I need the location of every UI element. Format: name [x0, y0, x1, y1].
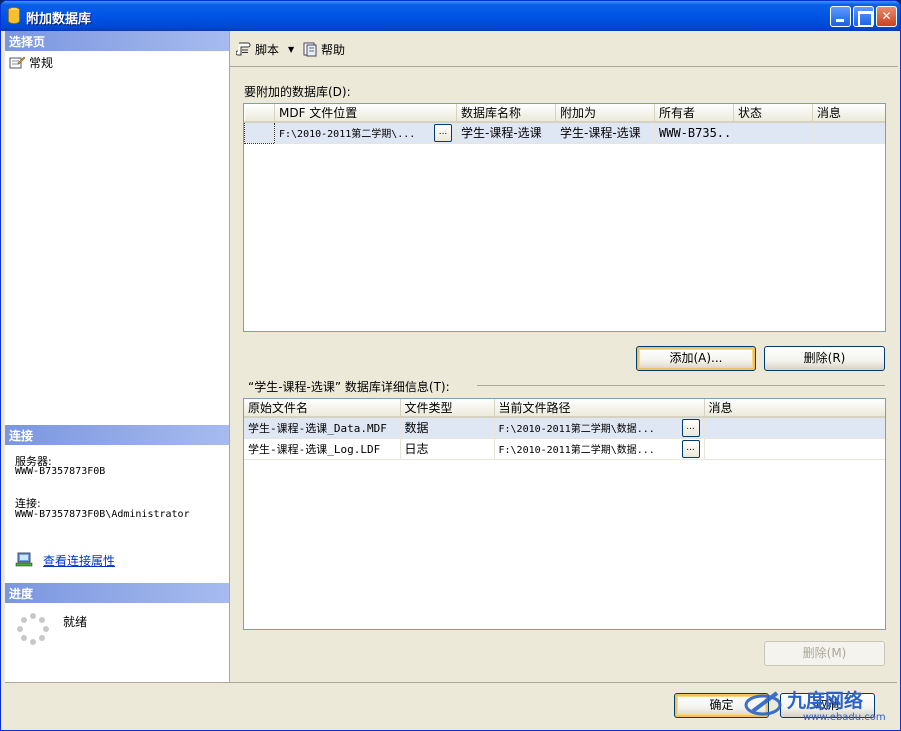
connection-area: 服务器: WWW-B7357873F0B 连接: WWW-B7357873F0B… — [5, 445, 229, 583]
file-type-cell[interactable]: 数据 — [400, 417, 495, 439]
view-connection-properties-link[interactable]: 查看连接属性 — [43, 552, 115, 569]
current-path-cell[interactable]: F:\2010-2011第二学期\数据... ... — [494, 438, 705, 460]
select-page-header: 选择页 — [5, 31, 229, 51]
col-header-original-file[interactable]: 原始文件名 — [244, 399, 401, 418]
col-header-current-path[interactable]: 当前文件路径 — [494, 399, 705, 418]
toolbar: 脚本 ▼ 帮助 — [230, 31, 898, 67]
table-row[interactable]: 学生-课程-选课_Data.MDF 数据 F:\2010-2011第二学期\数据… — [244, 417, 885, 439]
help-button[interactable]: 帮助 — [302, 39, 345, 59]
progress-status: 就绪 — [63, 615, 88, 629]
message-cell — [812, 122, 885, 144]
browse-path-button[interactable]: ... — [681, 419, 700, 437]
attach-databases-grid: MDF 文件位置 数据库名称 附加为 所有者 状态 消息 F:\2010-201… — [243, 103, 886, 332]
close-button[interactable]: ✕ — [876, 6, 897, 27]
left-panel: 选择页 常规 连接 服务器: WWW-B7357873F0B 连接: WWW-B… — [5, 31, 229, 682]
minimize-button[interactable] — [830, 6, 851, 27]
watermark-brand: 九度网络 — [786, 689, 863, 712]
col-header-status[interactable]: 状态 — [733, 104, 813, 123]
original-file-cell[interactable]: 学生-课程-选课_Data.MDF — [244, 417, 401, 439]
col-header-message[interactable]: 消息 — [812, 104, 885, 123]
watermark-logo: 九度网络 www.ebadu.com — [744, 689, 886, 723]
mdf-location-cell[interactable]: F:\2010-2011第二学期\... ... — [274, 122, 457, 144]
page-item-label: 常规 — [29, 55, 54, 70]
browse-path-button[interactable]: ... — [681, 439, 700, 458]
attach-databases-label: 要附加的数据库(D): — [244, 85, 351, 99]
attach-as-cell[interactable]: 学生-课程-选课 — [555, 122, 655, 144]
attach-database-window: 附加数据库 ✕ 选择页 常规 连接 服务器: WWW-B7357873F0B 连… — [0, 0, 901, 731]
script-label: 脚本 — [255, 42, 280, 57]
table-row[interactable]: 学生-课程-选课_Log.LDF 日志 F:\2010-2011第二学期\数据.… — [244, 438, 885, 460]
owner-cell[interactable]: WWW-B735... — [654, 122, 734, 144]
script-button[interactable]: 脚本 ▼ — [236, 39, 294, 59]
mdf-location-value: F:\2010-2011第二学期\... — [279, 129, 416, 141]
database-details-label: “学生-课程-选课” 数据库详细信息(T): — [248, 380, 450, 394]
details-message-cell — [704, 438, 885, 460]
details-message-cell — [704, 417, 885, 439]
server-value: WWW-B7357873F0B — [15, 466, 106, 477]
progress-spinner-icon — [17, 613, 49, 645]
help-label: 帮助 — [321, 42, 346, 57]
dropdown-arrow-icon[interactable]: ▼ — [288, 45, 294, 54]
connection-properties-icon — [15, 552, 33, 567]
progress-header: 进度 — [5, 583, 229, 603]
window-title: 附加数据库 — [26, 12, 92, 27]
close-icon: ✕ — [881, 9, 892, 23]
col-header-owner[interactable]: 所有者 — [654, 104, 734, 123]
connection-value: WWW-B7357873F0B\Administrator — [15, 509, 190, 520]
group-divider — [477, 385, 885, 386]
help-icon — [303, 42, 317, 57]
current-path-cell[interactable]: F:\2010-2011第二学期\数据... ... — [494, 417, 705, 439]
remove-database-button[interactable]: 删除(R) — [764, 346, 885, 371]
watermark-url: www.ebadu.com — [803, 712, 886, 723]
original-file-value: 学生-课程-选课_Data.MDF — [248, 421, 387, 435]
database-icon — [8, 7, 20, 24]
col-header-database-name[interactable]: 数据库名称 — [456, 104, 556, 123]
connection-header: 连接 — [5, 425, 229, 445]
col-header-mdf-location[interactable]: MDF 文件位置 — [274, 104, 457, 123]
grid-header-selector — [244, 104, 275, 123]
page-item-general[interactable]: 常规 — [9, 53, 53, 71]
col-header-details-message[interactable]: 消息 — [704, 399, 885, 418]
original-file-cell[interactable]: 学生-课程-选课_Log.LDF — [244, 438, 401, 460]
col-header-file-type[interactable]: 文件类型 — [400, 399, 495, 418]
footer-divider — [5, 682, 897, 683]
file-type-cell[interactable]: 日志 — [400, 438, 495, 460]
table-row[interactable]: F:\2010-2011第二学期\... ... 学生-课程-选课 学生-课程-… — [244, 121, 885, 144]
remove-file-button[interactable]: 删除(M) — [764, 641, 885, 666]
maximize-button[interactable] — [853, 6, 874, 27]
script-icon — [236, 42, 251, 56]
browse-mdf-button[interactable]: ... — [434, 124, 452, 142]
right-pane: 脚本 ▼ 帮助 要附加的数据库(D): MDF 文件位置 数据库名称 附加为 所… — [229, 31, 898, 682]
col-header-attach-as[interactable]: 附加为 — [555, 104, 655, 123]
status-cell — [733, 122, 813, 144]
row-selector[interactable] — [244, 121, 275, 144]
database-name-cell[interactable]: 学生-课程-选课 — [456, 122, 556, 144]
page-general-icon — [9, 56, 25, 69]
current-path-value: F:\2010-2011第二学期\数据... — [498, 445, 655, 456]
database-details-grid: 原始文件名 文件类型 当前文件路径 消息 学生-课程-选课_Data.MDF 数… — [243, 398, 886, 630]
current-path-value: F:\2010-2011第二学期\数据... — [498, 424, 655, 436]
add-button[interactable]: 添加(A)... — [636, 346, 756, 371]
title-bar[interactable]: 附加数据库 ✕ — [1, 1, 900, 31]
original-file-value: 学生-课程-选课_Log.LDF — [248, 442, 381, 456]
